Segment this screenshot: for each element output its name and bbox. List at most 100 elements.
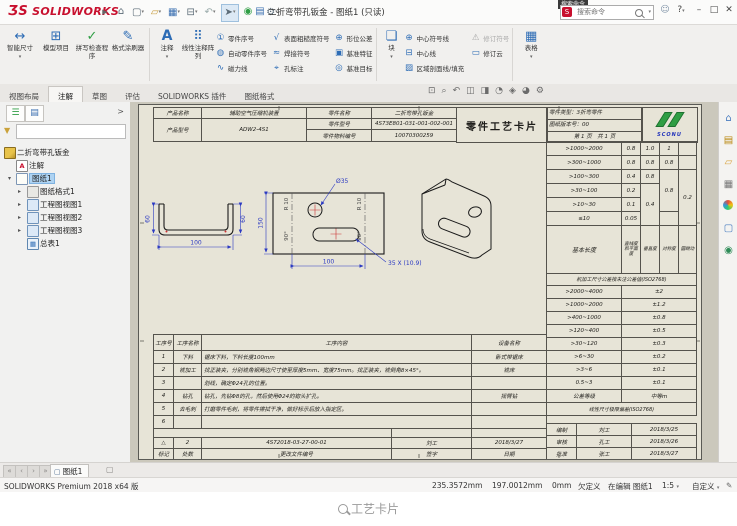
- print-icon[interactable]: ⊟▾: [184, 4, 200, 20]
- tree-item-drawing-view2[interactable]: ▸ 工程图视图2: [0, 211, 130, 224]
- caret-right-icon[interactable]: ▸: [18, 188, 21, 195]
- cell: 零件名称: [307, 108, 372, 119]
- search-input[interactable]: [575, 6, 635, 19]
- spell-checker-button[interactable]: ✓ 拼写检查程序: [74, 25, 110, 84]
- dropdown-icon[interactable]: ▾: [717, 485, 720, 491]
- caret-right-icon[interactable]: ▸: [18, 201, 21, 208]
- hole-callout-label[interactable]: Ø35: [336, 178, 349, 185]
- search-dropdown-icon[interactable]: ▾: [648, 9, 651, 15]
- slot-callout-label[interactable]: 35 X (10.9): [388, 260, 422, 267]
- caret-right-icon[interactable]: ▸: [18, 214, 21, 221]
- caret-right-icon[interactable]: ▸: [18, 227, 21, 234]
- gtol-button[interactable]: ⊕形位公差: [334, 30, 373, 45]
- datum-target-button[interactable]: ◎基准目标: [334, 60, 373, 75]
- tree-item-root[interactable]: 二折弯带孔钣金: [0, 146, 130, 159]
- panel-expand-icon[interactable]: >: [117, 107, 124, 116]
- select-icon[interactable]: ➤▾: [221, 4, 239, 22]
- drawing-view-profile[interactable]: 60 60 100: [145, 204, 248, 250]
- area-hatch-button[interactable]: ▨区域剖面线/填充: [404, 60, 465, 75]
- graphics-area[interactable]: 产品名称 辅助空气压缩机装置 零件名称 二折弯带孔钣金 产品型号 ADW2-4S…: [130, 102, 718, 462]
- units-selector[interactable]: 自定义 ▾: [692, 481, 719, 492]
- caret-down-icon[interactable]: ▾: [8, 175, 11, 182]
- logo-flyout-icon[interactable]: ▶: [97, 4, 113, 20]
- sheet-tab[interactable]: ▢图纸1: [50, 464, 89, 478]
- edit-appearance-icon[interactable]: ◕: [522, 86, 530, 96]
- view-palette-icon[interactable]: ▦: [722, 178, 735, 191]
- drawing-sheet[interactable]: 产品名称 辅助空气压缩机装置 零件名称 二折弯带孔钣金 产品型号 ADW2-4S…: [138, 104, 702, 460]
- open-icon[interactable]: ▱▾: [148, 4, 164, 20]
- home-icon[interactable]: ⌂: [113, 4, 129, 20]
- note-button[interactable]: A 注释 ▾: [153, 25, 181, 84]
- centerline-button[interactable]: ⊟中心线: [404, 45, 465, 60]
- design-library-icon[interactable]: ▤: [722, 134, 735, 147]
- block-button[interactable]: ❏ 块 ▾: [380, 25, 404, 84]
- minimize-button[interactable]: –: [692, 5, 706, 15]
- filter-input[interactable]: [16, 124, 126, 139]
- close-button[interactable]: ✕: [722, 5, 736, 15]
- model-items-button[interactable]: ⊞ 模型项目: [38, 25, 74, 84]
- datum-feature-button[interactable]: ▣基准特征: [334, 45, 373, 60]
- hole-callout-button[interactable]: ⌖孔标注: [271, 60, 330, 75]
- table-button[interactable]: ▦ 表格 ▾: [516, 25, 546, 84]
- search-icon[interactable]: [635, 9, 643, 17]
- zoom-fit-icon[interactable]: ⊡: [428, 86, 436, 96]
- tree-item-annotations[interactable]: A 注解: [0, 159, 130, 172]
- appearances-icon[interactable]: [723, 200, 733, 210]
- propertymanager-tab[interactable]: ▤: [25, 105, 44, 122]
- save-icon[interactable]: ▦▾: [166, 4, 182, 20]
- drawing-view-isometric[interactable]: [422, 179, 491, 258]
- solidworks-forum-icon[interactable]: ◉: [722, 244, 735, 257]
- cell: [392, 429, 472, 438]
- revision-symbol-button[interactable]: ⚠修订符号: [470, 30, 509, 45]
- balloon-button[interactable]: ①零件序号: [215, 30, 267, 45]
- format-painter-button[interactable]: ✎ 格式涂刷器: [110, 25, 146, 84]
- dropdown-icon[interactable]: ▾: [390, 54, 393, 60]
- dropdown-icon[interactable]: ▾: [166, 54, 169, 60]
- file-explorer-icon[interactable]: ▱: [722, 156, 735, 169]
- dimension-label[interactable]: 60: [240, 215, 247, 223]
- dimension-label[interactable]: 100: [323, 259, 335, 266]
- drawing-view-flat-pattern[interactable]: 150 100 Ø35 35 X (10.9) R 10 R 10 90° 90…: [258, 178, 422, 269]
- dropdown-icon[interactable]: ▾: [19, 54, 22, 60]
- cell: 0.4: [622, 170, 641, 184]
- dropdown-icon[interactable]: ▾: [676, 484, 679, 490]
- dropdown-icon[interactable]: ▾: [530, 54, 533, 60]
- part-info-table: 产品名称 辅助空气压缩机装置 零件名称 二折弯带孔钣金 产品型号 ADW2-4S…: [153, 107, 457, 142]
- dimension-label[interactable]: 100: [190, 240, 202, 247]
- user-account-icon[interactable]: ☺: [658, 5, 672, 15]
- tree-item-sheet1[interactable]: ▾ 图纸1: [0, 172, 130, 185]
- display-style-icon[interactable]: ◔: [495, 86, 503, 96]
- revision-cloud-button[interactable]: ▭修订云: [470, 45, 509, 60]
- solidworks-resources-icon[interactable]: ⌂: [722, 112, 735, 125]
- previous-view-icon[interactable]: ↶: [453, 86, 461, 96]
- auto-balloon-button[interactable]: ◍自动零件序号: [215, 45, 267, 60]
- tree-item-sheet-format1[interactable]: ▸ 图纸格式1: [0, 185, 130, 198]
- zoom-area-icon[interactable]: ⌕: [442, 86, 447, 96]
- maximize-button[interactable]: □: [707, 5, 721, 15]
- featuremanager-tab[interactable]: ☰: [6, 105, 25, 122]
- custom-properties-icon[interactable]: ▢: [722, 222, 735, 235]
- view-settings-icon[interactable]: ⚙: [536, 86, 544, 96]
- new-document-icon[interactable]: ▢▾: [130, 4, 146, 20]
- undo-icon[interactable]: ↶▾: [202, 4, 218, 20]
- section-view-icon[interactable]: ◫: [466, 86, 475, 96]
- tree-item-general-table1[interactable]: ▦ 总表1: [0, 237, 130, 250]
- magnetic-line-button[interactable]: ∿磁力线: [215, 60, 267, 75]
- button-label: 区域剖面线/填充: [417, 63, 465, 73]
- smart-dimension-button[interactable]: ↔ 智能尺寸 ▾: [2, 25, 38, 84]
- help-icon[interactable]: ?▾: [674, 5, 688, 15]
- hide-show-items-icon[interactable]: ◈: [509, 86, 516, 96]
- tree-item-drawing-view1[interactable]: ▸ 工程图视图1: [0, 198, 130, 211]
- dimension-label[interactable]: 150: [258, 217, 265, 229]
- dimension-label[interactable]: 60: [145, 215, 152, 223]
- add-sheet-button[interactable]: ▢: [106, 465, 114, 474]
- sheet-scale[interactable]: 1:5 ▾: [662, 481, 679, 490]
- weld-symbol-button[interactable]: ≈焊接符号: [271, 45, 330, 60]
- linear-note-pattern-button[interactable]: ⠿ 线性注释阵列: [181, 25, 215, 84]
- surface-finish-button[interactable]: √表面粗糙度符号: [271, 30, 330, 45]
- tree-item-drawing-view3[interactable]: ▸ 工程图视图3: [0, 224, 130, 237]
- tag-icon[interactable]: ✎: [726, 481, 732, 490]
- center-mark-button[interactable]: ⊕中心符号线: [404, 30, 465, 45]
- view-orientation-icon[interactable]: ◨: [481, 86, 490, 96]
- cell: 0.2: [622, 184, 641, 198]
